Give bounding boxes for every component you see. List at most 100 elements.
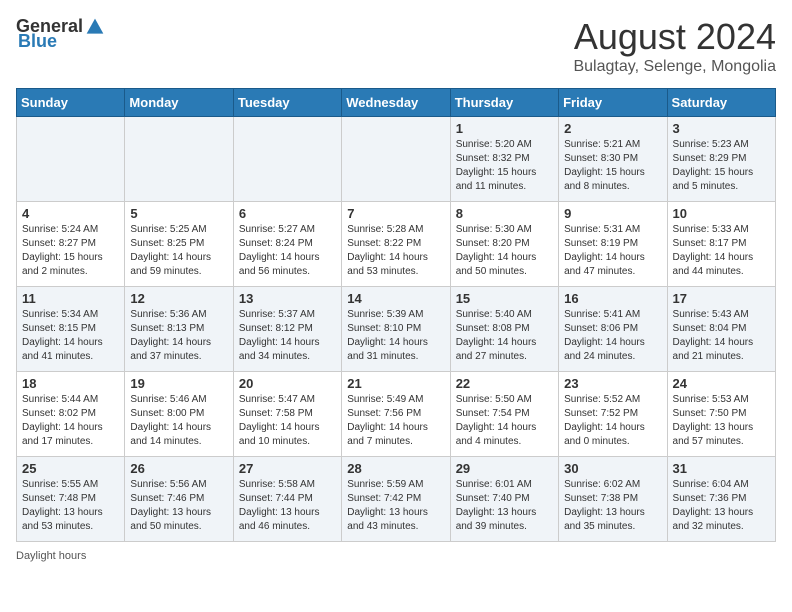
day-number: 28 bbox=[347, 461, 444, 476]
day-number: 21 bbox=[347, 376, 444, 391]
header-day: Thursday bbox=[450, 89, 558, 117]
day-number: 20 bbox=[239, 376, 336, 391]
calendar-cell: 23 Sunrise: 5:52 AM Sunset: 7:52 PM Dayli… bbox=[559, 372, 667, 457]
calendar-cell: 6 Sunrise: 5:27 AM Sunset: 8:24 PM Daylig… bbox=[233, 202, 341, 287]
day-number: 2 bbox=[564, 121, 661, 136]
day-info: Sunrise: 5:39 AM Sunset: 8:10 PM Dayligh… bbox=[347, 308, 444, 364]
day-info: Sunrise: 5:36 AM Sunset: 8:13 PM Dayligh… bbox=[130, 308, 227, 364]
day-number: 5 bbox=[130, 206, 227, 221]
day-number: 23 bbox=[564, 376, 661, 391]
calendar-week: 18 Sunrise: 5:44 AM Sunset: 8:02 PM Dayli… bbox=[17, 372, 776, 457]
day-number: 7 bbox=[347, 206, 444, 221]
day-info: Sunrise: 5:58 AM Sunset: 7:44 PM Dayligh… bbox=[239, 478, 336, 534]
day-number: 15 bbox=[456, 291, 553, 306]
calendar-cell: 31Sunrise: 6:04 AM Sunset: 7:36 PM Dayli… bbox=[667, 457, 775, 542]
calendar-cell: 20 Sunrise: 5:47 AM Sunset: 7:58 PM Dayli… bbox=[233, 372, 341, 457]
day-info: Sunrise: 5:41 AM Sunset: 8:06 PM Dayligh… bbox=[564, 308, 661, 364]
day-info: Sunrise: 6:01 AM Sunset: 7:40 PM Dayligh… bbox=[456, 478, 553, 534]
calendar-cell: 28 Sunrise: 5:59 AM Sunset: 7:42 PM Dayli… bbox=[342, 457, 450, 542]
calendar-week: 1Sunrise: 5:20 AM Sunset: 8:32 PM Daylig… bbox=[17, 117, 776, 202]
calendar-cell: 29 Sunrise: 6:01 AM Sunset: 7:40 PM Dayli… bbox=[450, 457, 558, 542]
day-number: 17 bbox=[673, 291, 770, 306]
footer-note: Daylight hours bbox=[16, 550, 776, 562]
day-info: Sunrise: 5:46 AM Sunset: 8:00 PM Dayligh… bbox=[130, 393, 227, 449]
day-info: Sunrise: 5:31 AM Sunset: 8:19 PM Dayligh… bbox=[564, 223, 661, 279]
calendar-cell: 7 Sunrise: 5:28 AM Sunset: 8:22 PM Daylig… bbox=[342, 202, 450, 287]
day-number: 16 bbox=[564, 291, 661, 306]
day-number: 14 bbox=[347, 291, 444, 306]
day-number: 31 bbox=[673, 461, 770, 476]
day-info: Sunrise: 5:37 AM Sunset: 8:12 PM Dayligh… bbox=[239, 308, 336, 364]
calendar-table: SundayMondayTuesdayWednesdayThursdayFrid… bbox=[16, 88, 776, 542]
day-info: Sunrise: 5:20 AM Sunset: 8:32 PM Dayligh… bbox=[456, 138, 553, 194]
calendar-cell: 13 Sunrise: 5:37 AM Sunset: 8:12 PM Dayli… bbox=[233, 287, 341, 372]
day-number: 13 bbox=[239, 291, 336, 306]
location: Bulagtay, Selenge, Mongolia bbox=[573, 58, 776, 76]
day-info: Sunrise: 5:24 AM Sunset: 8:27 PM Dayligh… bbox=[22, 223, 119, 279]
calendar-cell: 16 Sunrise: 5:41 AM Sunset: 8:06 PM Dayli… bbox=[559, 287, 667, 372]
logo-blue: Blue bbox=[18, 31, 57, 52]
header-day: Saturday bbox=[667, 89, 775, 117]
calendar-cell: 2 Sunrise: 5:21 AM Sunset: 8:30 PM Daylig… bbox=[559, 117, 667, 202]
daylight-label: Daylight hours bbox=[16, 550, 86, 562]
calendar-cell: 5 Sunrise: 5:25 AM Sunset: 8:25 PM Daylig… bbox=[125, 202, 233, 287]
calendar-cell bbox=[125, 117, 233, 202]
calendar-cell: 14 Sunrise: 5:39 AM Sunset: 8:10 PM Dayli… bbox=[342, 287, 450, 372]
day-number: 3 bbox=[673, 121, 770, 136]
calendar-cell: 4 Sunrise: 5:24 AM Sunset: 8:27 PM Daylig… bbox=[17, 202, 125, 287]
day-info: Sunrise: 5:43 AM Sunset: 8:04 PM Dayligh… bbox=[673, 308, 770, 364]
header-day: Monday bbox=[125, 89, 233, 117]
header-day: Friday bbox=[559, 89, 667, 117]
calendar-cell: 9 Sunrise: 5:31 AM Sunset: 8:19 PM Daylig… bbox=[559, 202, 667, 287]
calendar-cell: 25 Sunrise: 5:55 AM Sunset: 7:48 PM Dayli… bbox=[17, 457, 125, 542]
logo-icon bbox=[85, 17, 105, 37]
title-area: August 2024 Bulagtay, Selenge, Mongolia bbox=[573, 16, 776, 76]
calendar-cell: 22Sunrise: 5:50 AM Sunset: 7:54 PM Dayli… bbox=[450, 372, 558, 457]
day-info: Sunrise: 5:40 AM Sunset: 8:08 PM Dayligh… bbox=[456, 308, 553, 364]
calendar-header: SundayMondayTuesdayWednesdayThursdayFrid… bbox=[17, 89, 776, 117]
day-number: 22 bbox=[456, 376, 553, 391]
day-info: Sunrise: 5:33 AM Sunset: 8:17 PM Dayligh… bbox=[673, 223, 770, 279]
calendar-cell: 30Sunrise: 6:02 AM Sunset: 7:38 PM Dayli… bbox=[559, 457, 667, 542]
day-info: Sunrise: 5:30 AM Sunset: 8:20 PM Dayligh… bbox=[456, 223, 553, 279]
day-number: 6 bbox=[239, 206, 336, 221]
day-number: 12 bbox=[130, 291, 227, 306]
day-info: Sunrise: 5:59 AM Sunset: 7:42 PM Dayligh… bbox=[347, 478, 444, 534]
calendar-cell: 27 Sunrise: 5:58 AM Sunset: 7:44 PM Dayli… bbox=[233, 457, 341, 542]
calendar-cell: 3 Sunrise: 5:23 AM Sunset: 8:29 PM Daylig… bbox=[667, 117, 775, 202]
logo: General Blue bbox=[16, 16, 105, 52]
calendar-body: 1Sunrise: 5:20 AM Sunset: 8:32 PM Daylig… bbox=[17, 117, 776, 542]
header-day: Wednesday bbox=[342, 89, 450, 117]
calendar-cell: 21 Sunrise: 5:49 AM Sunset: 7:56 PM Dayli… bbox=[342, 372, 450, 457]
day-number: 27 bbox=[239, 461, 336, 476]
day-number: 18 bbox=[22, 376, 119, 391]
day-info: Sunrise: 5:44 AM Sunset: 8:02 PM Dayligh… bbox=[22, 393, 119, 449]
header-row: SundayMondayTuesdayWednesdayThursdayFrid… bbox=[17, 89, 776, 117]
day-info: Sunrise: 5:23 AM Sunset: 8:29 PM Dayligh… bbox=[673, 138, 770, 194]
day-info: Sunrise: 5:28 AM Sunset: 8:22 PM Dayligh… bbox=[347, 223, 444, 279]
day-info: Sunrise: 5:49 AM Sunset: 7:56 PM Dayligh… bbox=[347, 393, 444, 449]
calendar-cell bbox=[342, 117, 450, 202]
calendar-cell: 10Sunrise: 5:33 AM Sunset: 8:17 PM Dayli… bbox=[667, 202, 775, 287]
day-info: Sunrise: 5:27 AM Sunset: 8:24 PM Dayligh… bbox=[239, 223, 336, 279]
day-info: Sunrise: 5:52 AM Sunset: 7:52 PM Dayligh… bbox=[564, 393, 661, 449]
calendar-cell: 12 Sunrise: 5:36 AM Sunset: 8:13 PM Dayli… bbox=[125, 287, 233, 372]
day-number: 25 bbox=[22, 461, 119, 476]
calendar-week: 25 Sunrise: 5:55 AM Sunset: 7:48 PM Dayli… bbox=[17, 457, 776, 542]
day-info: Sunrise: 5:47 AM Sunset: 7:58 PM Dayligh… bbox=[239, 393, 336, 449]
header: General Blue August 2024 Bulagtay, Selen… bbox=[16, 16, 776, 76]
day-info: Sunrise: 5:25 AM Sunset: 8:25 PM Dayligh… bbox=[130, 223, 227, 279]
day-number: 8 bbox=[456, 206, 553, 221]
day-number: 9 bbox=[564, 206, 661, 221]
day-info: Sunrise: 6:02 AM Sunset: 7:38 PM Dayligh… bbox=[564, 478, 661, 534]
calendar-cell bbox=[233, 117, 341, 202]
day-number: 29 bbox=[456, 461, 553, 476]
day-number: 4 bbox=[22, 206, 119, 221]
calendar-week: 11Sunrise: 5:34 AM Sunset: 8:15 PM Dayli… bbox=[17, 287, 776, 372]
day-number: 26 bbox=[130, 461, 227, 476]
day-info: Sunrise: 5:34 AM Sunset: 8:15 PM Dayligh… bbox=[22, 308, 119, 364]
day-info: Sunrise: 5:55 AM Sunset: 7:48 PM Dayligh… bbox=[22, 478, 119, 534]
calendar-cell: 17 Sunrise: 5:43 AM Sunset: 8:04 PM Dayli… bbox=[667, 287, 775, 372]
calendar-cell: 15 Sunrise: 5:40 AM Sunset: 8:08 PM Dayli… bbox=[450, 287, 558, 372]
day-info: Sunrise: 5:21 AM Sunset: 8:30 PM Dayligh… bbox=[564, 138, 661, 194]
